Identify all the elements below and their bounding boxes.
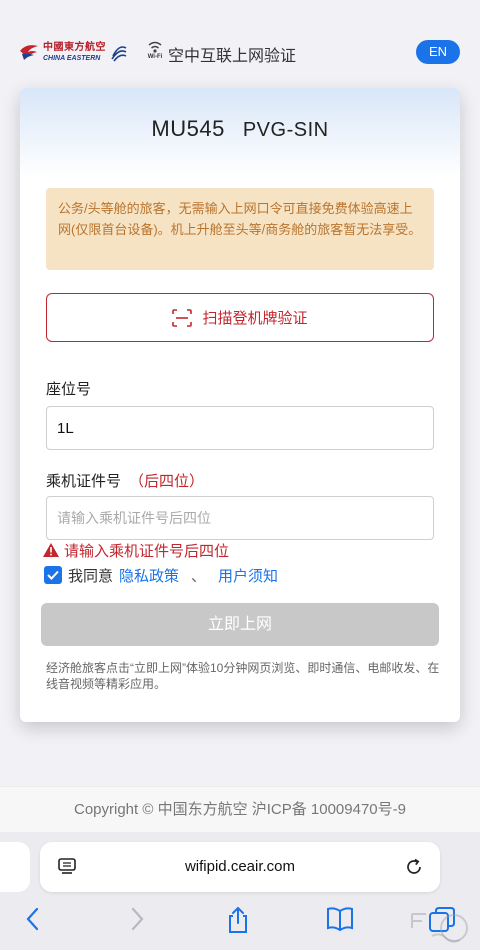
logo-chinese-text: 中國東方航空 (43, 41, 106, 53)
user-terms-link[interactable]: 用户须知 (218, 565, 278, 586)
link-separator: 、 (191, 567, 207, 585)
watermark-logo (402, 906, 480, 950)
id-number-label: 乘机证件号 （后四位） (46, 470, 204, 491)
id-number-input[interactable] (46, 496, 434, 540)
privacy-policy-link[interactable]: 隐私政策 (119, 565, 179, 586)
scan-boarding-pass-button[interactable]: 扫描登机牌验证 (46, 293, 434, 342)
skyteam-icon (111, 46, 127, 62)
warning-icon (43, 543, 59, 557)
reload-icon[interactable] (404, 857, 424, 877)
agree-text: 我同意 (68, 567, 114, 585)
checkmark-icon (47, 570, 59, 580)
economy-footnote: 经济舱旅客点击“立即上网”体验10分钟网页浏览、即时通信、电邮收发、在线音视频等… (46, 661, 440, 691)
id-error-message: 请输入乘机证件号后四位 (42, 540, 229, 560)
id-label-text: 乘机证件号 (46, 473, 122, 490)
china-eastern-logo: 中國東方航空 CHINA EASTERN (18, 40, 130, 64)
share-icon[interactable] (226, 906, 250, 934)
scan-button-label: 扫描登机牌验证 (202, 310, 308, 327)
scan-icon (172, 308, 193, 327)
back-icon[interactable] (24, 906, 42, 932)
connect-now-button[interactable]: 立即上网 (41, 603, 439, 646)
wifi-label: Wi-Fi (147, 54, 163, 60)
address-bar[interactable]: wifipid.ceair.com (40, 842, 440, 892)
previous-tab-preview[interactable] (0, 842, 30, 892)
site-header: 中國東方航空 CHINA EASTERN Wi-Fi 空中互联上网验证 EN (0, 0, 480, 92)
wifi-icon: Wi-Fi (145, 41, 165, 63)
flight-number: MU545 (151, 116, 225, 141)
copyright-bar: Copyright © 中国东方航空 沪ICP备 10009470号-9 (0, 786, 480, 832)
bookmarks-icon[interactable] (326, 906, 354, 932)
url-text: wifipid.ceair.com (184, 858, 296, 875)
portal-title: 空中互联上网验证 (168, 48, 297, 65)
agree-checkbox[interactable] (44, 566, 62, 584)
logo-english-text: CHINA EASTERN (43, 54, 101, 62)
agreement-row: 我同意 隐私政策 、 用户须知 (44, 564, 278, 586)
seat-number-input[interactable] (46, 406, 434, 450)
premium-cabin-notice: 公务/头等舱的旅客，无需输入上网口令可直接免费体验高速上网(仅限首台设备)。机上… (46, 188, 434, 270)
verification-card: MU545 PVG-SIN 公务/头等舱的旅客，无需输入上网口令可直接免费体验高速… (20, 88, 460, 722)
forward-icon[interactable] (128, 906, 146, 932)
flight-route: PVG-SIN (242, 119, 329, 141)
id-label-hint: （后四位） (129, 473, 205, 490)
seat-label: 座位号 (46, 381, 92, 398)
flight-info: MU545 PVG-SIN (20, 116, 460, 142)
language-toggle-button[interactable]: EN (416, 40, 460, 64)
swallow-logo-icon (20, 45, 38, 60)
error-text: 请输入乘机证件号后四位 (64, 542, 230, 560)
